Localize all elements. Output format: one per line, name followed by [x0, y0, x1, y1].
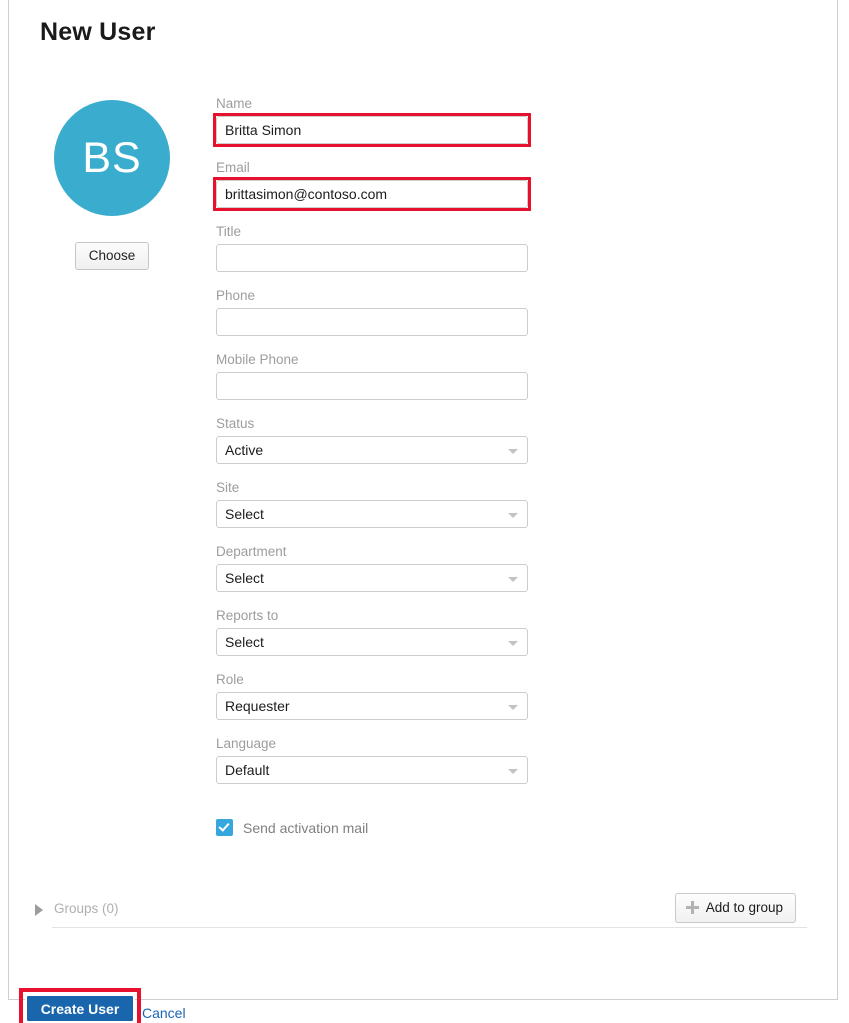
- chevron-down-icon: [508, 641, 518, 646]
- cancel-link[interactable]: Cancel: [142, 1005, 186, 1021]
- field-label: Title: [216, 224, 242, 239]
- field-label: Status: [216, 416, 255, 431]
- email-input[interactable]: [216, 180, 528, 208]
- field-label: Mobile Phone: [216, 352, 299, 367]
- site-dropdown[interactable]: Select: [216, 500, 528, 528]
- send-activation-mail-row[interactable]: Send activation mail: [216, 819, 368, 836]
- field-label: Site: [216, 480, 240, 495]
- create-user-button[interactable]: Create User: [25, 994, 135, 1023]
- add-to-group-button[interactable]: Add to group: [674, 893, 796, 923]
- field-label: Language: [216, 736, 277, 751]
- selected-value: Select: [225, 570, 264, 586]
- selected-value: Default: [225, 762, 270, 778]
- selected-value: Active: [225, 442, 264, 458]
- field-label: Reports to: [216, 608, 279, 623]
- field-role: Role Requester: [216, 672, 528, 720]
- selected-value: Select: [225, 506, 264, 522]
- chevron-down-icon: [508, 449, 518, 454]
- groups-section: Groups (0) Add to group: [32, 893, 829, 940]
- avatar: BS: [54, 100, 170, 216]
- field-department: Department Select: [216, 544, 528, 592]
- page-title: New User: [40, 18, 156, 46]
- field-name: Name: [216, 96, 528, 144]
- field-label: Role: [216, 672, 244, 687]
- new-user-screen: New User BS Choose Name Email Title Phone Mo…: [0, 0, 849, 1023]
- status-dropdown[interactable]: Active: [216, 436, 528, 464]
- department-dropdown[interactable]: Select: [216, 564, 528, 592]
- avatar-initials: BS: [82, 133, 142, 182]
- language-dropdown[interactable]: Default: [216, 756, 528, 784]
- avatar-column: BS Choose: [42, 100, 182, 270]
- groups-divider: [52, 927, 807, 928]
- field-site: Site Select: [216, 480, 528, 528]
- chevron-down-icon: [508, 577, 518, 582]
- add-to-group-label: Add to group: [705, 900, 783, 915]
- mobile-phone-input[interactable]: [216, 372, 528, 400]
- field-label: Name: [216, 96, 253, 111]
- field-email: Email: [216, 160, 528, 208]
- title-input[interactable]: [216, 244, 528, 272]
- field-label: Email: [216, 160, 250, 175]
- groups-label[interactable]: Groups (0): [54, 901, 119, 916]
- field-status: Status Active: [216, 416, 528, 464]
- field-reports-to: Reports to Select: [216, 608, 528, 656]
- field-language: Language Default: [216, 736, 528, 784]
- send-activation-mail-checkbox[interactable]: [216, 819, 233, 836]
- field-phone: Phone: [216, 288, 528, 336]
- selected-value: Select: [225, 634, 264, 650]
- chevron-right-icon[interactable]: [35, 904, 43, 916]
- field-label: Phone: [216, 288, 256, 303]
- selected-value: Requester: [225, 698, 290, 714]
- chevron-down-icon: [508, 705, 518, 710]
- send-activation-mail-label: Send activation mail: [243, 819, 369, 836]
- field-mobile-phone: Mobile Phone: [216, 352, 528, 400]
- field-label: Department: [216, 544, 287, 559]
- chevron-down-icon: [508, 513, 518, 518]
- footer-bar: Create User Cancel: [0, 988, 849, 1023]
- role-dropdown[interactable]: Requester: [216, 692, 528, 720]
- choose-photo-button[interactable]: Choose: [74, 242, 150, 270]
- field-title: Title: [216, 224, 528, 272]
- plus-icon: [685, 901, 699, 914]
- reports-to-dropdown[interactable]: Select: [216, 628, 528, 656]
- chevron-down-icon: [508, 769, 518, 774]
- phone-input[interactable]: [216, 308, 528, 336]
- name-input[interactable]: [216, 116, 528, 144]
- user-form: Name Email Title Phone Mobile Phone Status Act…: [213, 96, 531, 800]
